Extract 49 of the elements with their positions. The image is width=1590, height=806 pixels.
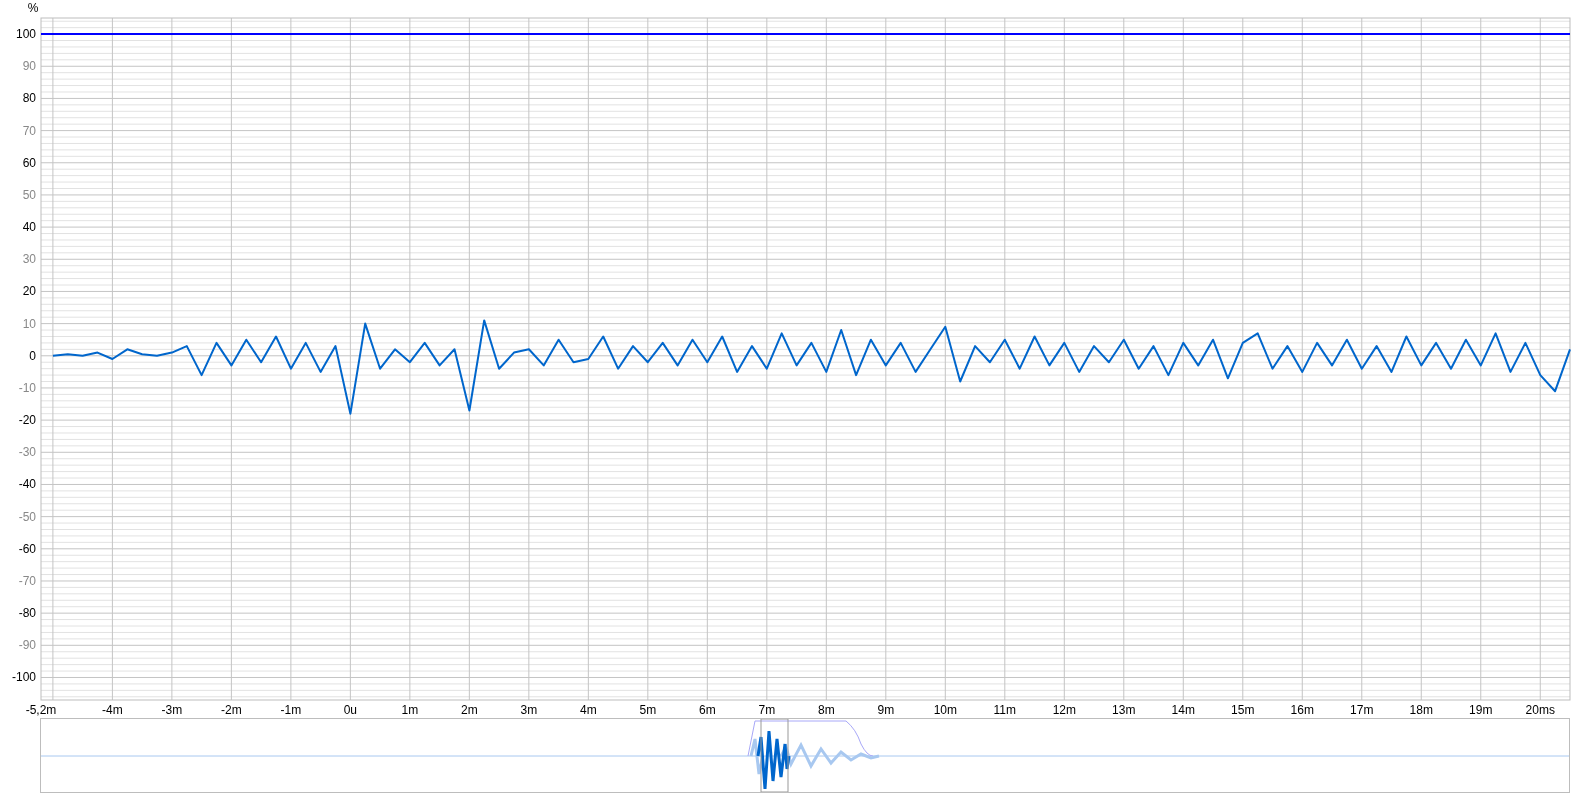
x-tick-label: 18m [1409,703,1433,717]
x-tick-label: 17m [1350,703,1374,717]
x-tick-label: 8m [818,703,835,717]
y-tick-label: -100 [11,670,36,685]
x-tick-label: -1m [280,703,302,717]
x-tick-label: 14m [1171,703,1195,717]
y-tick-label: -70 [18,573,36,588]
y-tick-label: -40 [18,477,36,492]
y-tick-label: 60 [22,155,36,170]
x-tick-label: 2m [461,703,478,717]
y-tick-label: -50 [18,509,36,524]
y-tick-label: -20 [18,413,36,428]
y-tick-label: 10 [22,316,36,331]
x-tick-label: 13m [1112,703,1136,717]
x-tick-label: 12m [1052,703,1076,717]
y-tick-label: 90 [22,59,36,74]
x-tick-label: -2m [221,703,242,717]
y-tick-label: -30 [18,445,36,460]
y-axis-unit: % [27,1,39,15]
x-tick-label: -5,2m [25,703,57,717]
x-tick-label: 1m [401,703,419,717]
x-tick-label: -4m [102,703,123,717]
x-tick-label: 4m [580,703,597,717]
x-tick-label: 3m [520,703,538,717]
x-tick-label: 16m [1290,703,1314,717]
y-tick-label: 40 [22,220,36,235]
y-tick-label: -60 [18,541,36,556]
overview-waveform-drawing[interactable] [41,719,1569,792]
x-tick-label: 20ms [1525,703,1555,717]
y-tick-label: 70 [22,123,36,138]
y-tick-label: 50 [22,187,36,202]
x-tick-label: -3m [161,703,183,717]
x-tick-label: 15m [1231,703,1255,717]
y-tick-label: 0 [29,348,36,363]
y-tick-label: 100 [15,27,36,42]
y-tick-label: 30 [22,252,36,267]
x-tick-label: 19m [1469,703,1493,717]
y-tick-label: 20 [22,284,36,299]
x-tick-label: 11m [993,703,1017,717]
x-tick-label: 5m [639,703,657,717]
y-tick-label: -90 [18,638,36,653]
y-tick-label: 80 [22,91,36,106]
x-tick-label: 0u [343,703,358,717]
x-tick-label: 10m [933,703,957,717]
x-tick-label: 9m [877,703,895,717]
y-tick-label: -80 [18,606,36,621]
x-tick-label: 7m [758,703,776,717]
y-tick-label: -10 [18,380,36,395]
x-tick-label: 6m [699,703,716,717]
